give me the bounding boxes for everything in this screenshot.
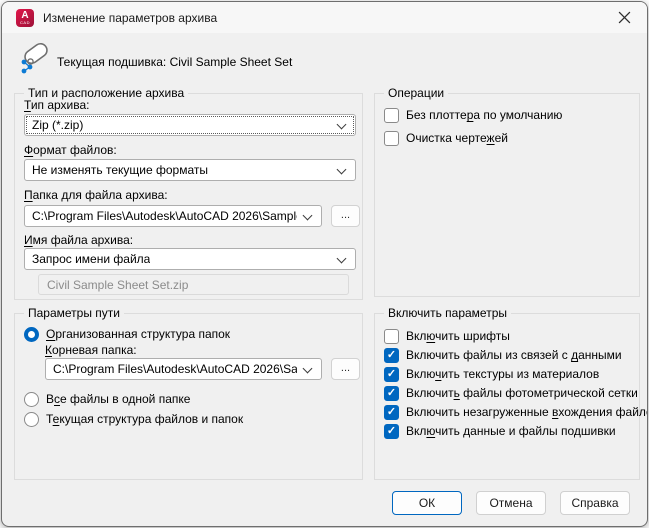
- archive-filename-preview-field: Civil Sample Sheet Set.zip: [38, 274, 349, 295]
- autocad-app-icon: A CAD: [16, 9, 34, 27]
- checkbox-purge-drawings[interactable]: Очистка чертежей: [384, 130, 508, 146]
- checkbox-label: Без плоттера по умолчанию: [406, 108, 562, 122]
- chevron-down-icon: [303, 364, 313, 374]
- archive-folder-browse-button[interactable]: ...: [331, 205, 360, 227]
- archive-folder-combobox[interactable]: C:\Program Files\Autodesk\AutoCAD 2026\S…: [24, 205, 322, 227]
- close-icon: [618, 11, 631, 24]
- radio-icon: [24, 392, 39, 407]
- group-actions: Операции: [374, 93, 640, 297]
- file-format-combobox[interactable]: Не изменять текущие форматы: [24, 159, 356, 181]
- checkbox-include-fonts[interactable]: Включить шрифты: [384, 328, 510, 344]
- checkbox-icon: [384, 424, 399, 439]
- radio-organized-folder-structure[interactable]: Организованная структура папок: [24, 326, 230, 342]
- archive-setup-dialog: A CAD Изменение параметров архива Текуща…: [1, 1, 648, 527]
- chevron-down-icon: [337, 254, 347, 264]
- checkbox-include-datalink-files[interactable]: Включить файлы из связей с данными: [384, 347, 622, 363]
- archive-filename-value: Запрос имени файла: [32, 252, 150, 266]
- radio-keep-structure[interactable]: Текущая структура файлов и папок: [24, 411, 243, 427]
- checkbox-icon: [384, 367, 399, 382]
- ok-button[interactable]: ОК: [392, 491, 462, 515]
- radio-label: Текущая структура файлов и папок: [46, 412, 243, 426]
- autocad-sub: CAD: [20, 21, 30, 25]
- checkbox-include-textures[interactable]: Включить текстуры из материалов: [384, 366, 599, 382]
- checkbox-label: Включить данные и файлы подшивки: [406, 424, 616, 438]
- archive-folder-label: Папка для файла архива:: [24, 188, 168, 202]
- cancel-button[interactable]: Отмена: [476, 491, 546, 515]
- checkbox-include-sheetset-files[interactable]: Включить данные и файлы подшивки: [384, 423, 616, 439]
- archive-type-combobox[interactable]: Zip (*.zip): [24, 114, 356, 136]
- file-format-value: Не изменять текущие форматы: [32, 163, 208, 177]
- radio-icon: [24, 412, 39, 427]
- checkbox-icon: [384, 108, 399, 123]
- current-sheet-set-label: Текущая подшивка: Civil Sample Sheet Set: [57, 55, 292, 69]
- sheet-set-archive-icon: [17, 41, 53, 78]
- root-folder-value: C:\Program Files\Autodesk\AutoCAD 2026\S…: [53, 362, 297, 376]
- checkbox-label: Включить файлы фотометрической сетки: [406, 386, 638, 400]
- archive-type-value: Zip (*.zip): [32, 118, 83, 132]
- checkbox-include-photometric-files[interactable]: Включить файлы фотометрической сетки: [384, 385, 638, 401]
- group-actions-title: Операции: [384, 86, 448, 100]
- checkbox-label: Включить шрифты: [406, 329, 510, 343]
- window-title: Изменение параметров архива: [43, 11, 217, 25]
- checkbox-label: Включить файлы из связей с данными: [406, 348, 622, 362]
- archive-filename-label: Имя файла архива:: [24, 233, 133, 247]
- archive-filename-combobox[interactable]: Запрос имени файла: [24, 248, 356, 270]
- chevron-down-icon: [337, 120, 347, 130]
- checkbox-label: Включить текстуры из материалов: [406, 367, 599, 381]
- titlebar: A CAD Изменение параметров архива: [2, 2, 647, 33]
- root-folder-browse-button[interactable]: ...: [331, 358, 360, 380]
- radio-icon: [24, 327, 39, 342]
- autocad-letter: A: [21, 11, 28, 21]
- checkbox-icon: [384, 329, 399, 344]
- checkbox-icon: [384, 386, 399, 401]
- checkbox-label: Включить незагруженные вхождения файлов: [406, 405, 648, 419]
- group-path-options-title: Параметры пути: [24, 306, 124, 320]
- checkbox-icon: [384, 348, 399, 363]
- archive-type-label: Тип архива:: [24, 98, 90, 112]
- checkbox-icon: [384, 405, 399, 420]
- root-folder-label: Корневая папка:: [45, 343, 137, 357]
- chevron-down-icon: [303, 211, 313, 221]
- checkbox-icon: [384, 131, 399, 146]
- checkbox-label: Очистка чертежей: [406, 131, 508, 145]
- root-folder-combobox[interactable]: C:\Program Files\Autodesk\AutoCAD 2026\S…: [45, 358, 322, 380]
- file-format-label: Формат файлов:: [24, 143, 117, 157]
- chevron-down-icon: [337, 165, 347, 175]
- close-button[interactable]: [601, 2, 647, 33]
- checkbox-include-unloaded-refs[interactable]: Включить незагруженные вхождения файлов: [384, 404, 648, 420]
- radio-label: Все файлы в одной папке: [46, 392, 190, 406]
- radio-all-files-one-folder[interactable]: Все файлы в одной папке: [24, 391, 190, 407]
- help-button[interactable]: Справка: [560, 491, 630, 515]
- group-include-options-title: Включить параметры: [384, 306, 511, 320]
- checkbox-no-default-plotter[interactable]: Без плоттера по умолчанию: [384, 107, 562, 123]
- radio-label: Организованная структура папок: [46, 327, 230, 341]
- archive-folder-value: C:\Program Files\Autodesk\AutoCAD 2026\S…: [32, 209, 297, 223]
